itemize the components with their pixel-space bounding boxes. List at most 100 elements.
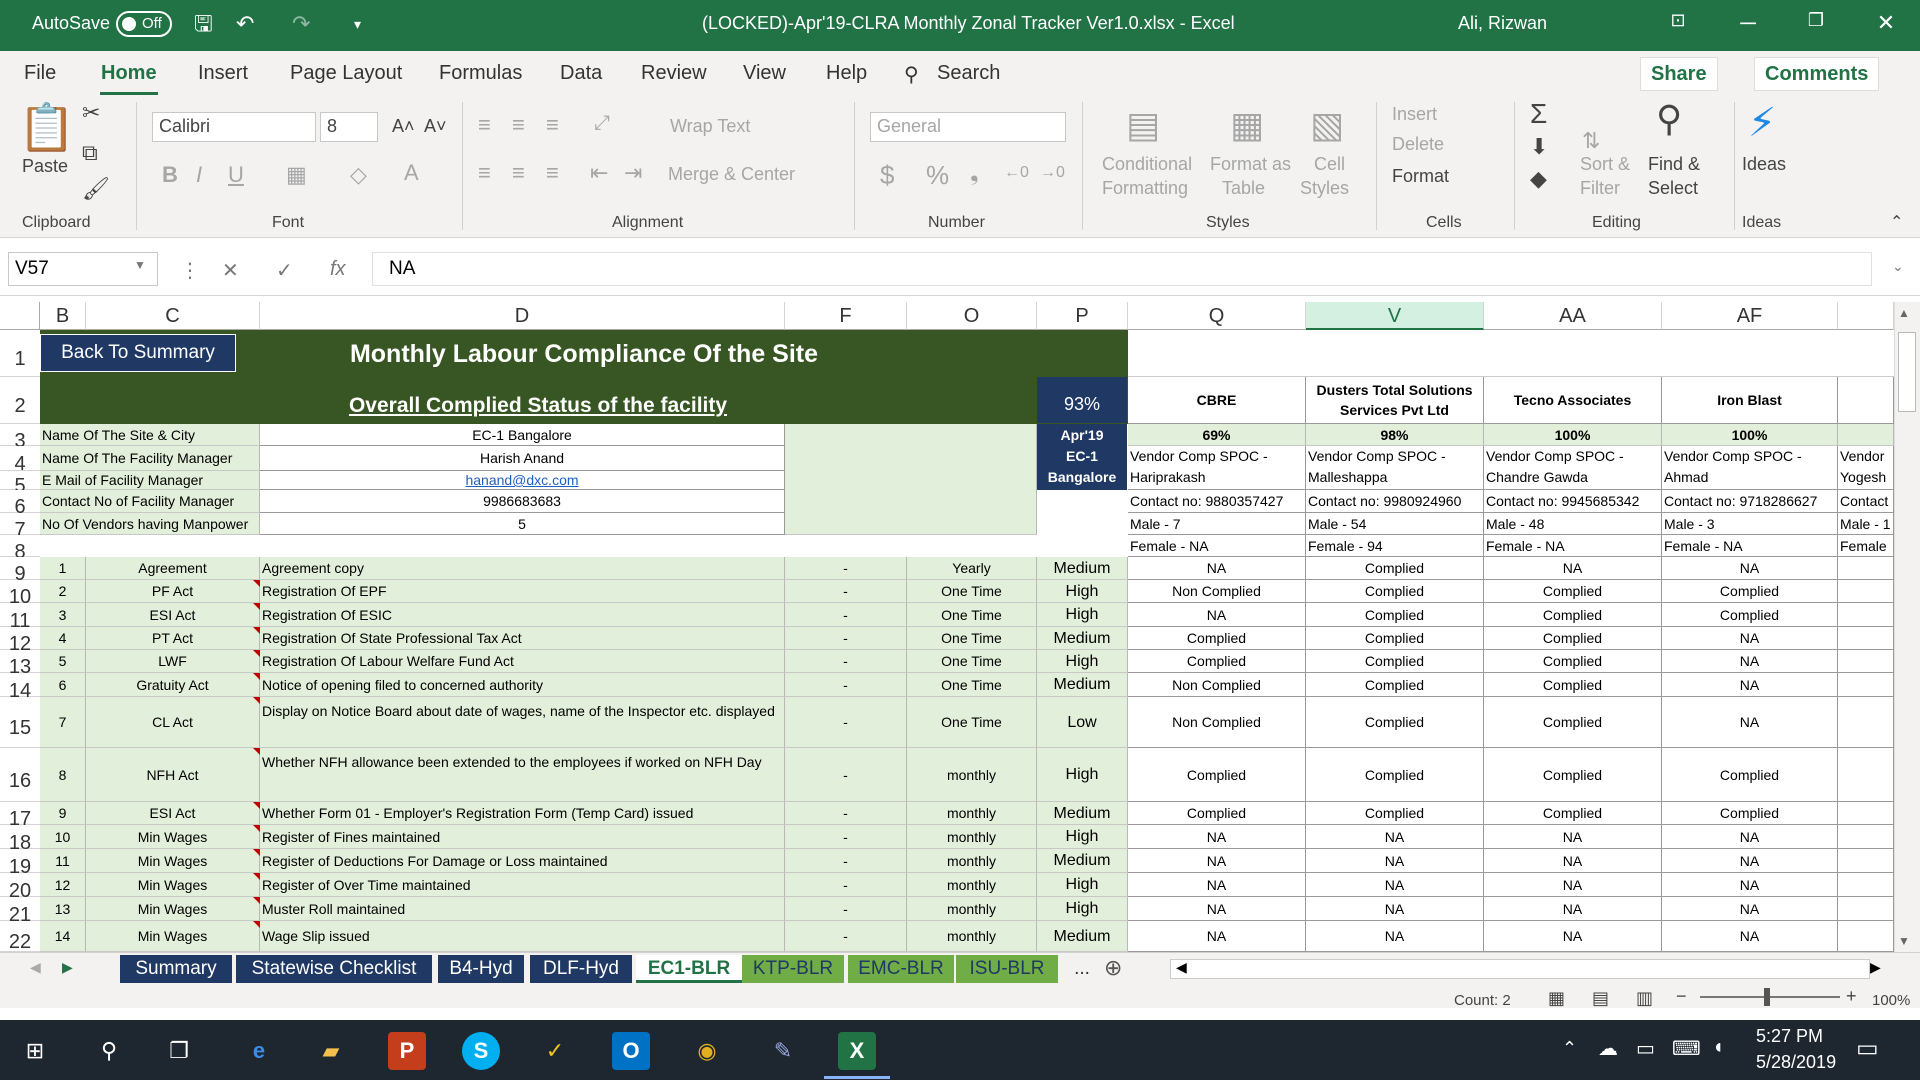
tab-page-layout[interactable]: Page Layout xyxy=(290,62,402,85)
paste-icon[interactable]: 📋 xyxy=(18,102,75,152)
ribbon-display-icon[interactable]: ⊡ xyxy=(1658,10,1698,31)
italic-button[interactable]: I xyxy=(196,162,202,188)
copy-icon[interactable]: ⧉ xyxy=(82,140,98,166)
tab-file[interactable]: File xyxy=(24,62,56,85)
comment-indicator[interactable] xyxy=(253,580,260,587)
row-header-20[interactable]: 20 xyxy=(0,873,40,902)
format-cells-button[interactable]: Format xyxy=(1392,166,1449,187)
column-header-D[interactable]: D xyxy=(260,302,785,330)
row-header-7[interactable]: 7 xyxy=(0,513,40,541)
item-status[interactable]: Complied xyxy=(1306,557,1484,580)
conditional-label[interactable]: Conditional xyxy=(1102,154,1192,175)
clear-icon[interactable]: ◆ xyxy=(1530,166,1547,192)
item-status[interactable]: Complied xyxy=(1662,748,1838,802)
ideas-button[interactable]: Ideas xyxy=(1742,154,1786,175)
sheet-tab-summary[interactable]: Summary xyxy=(120,955,232,983)
find-select-icon[interactable]: ⚲ xyxy=(1656,98,1682,140)
row-header-5[interactable]: 5 xyxy=(0,471,40,497)
outlook-icon[interactable]: O xyxy=(612,1032,650,1070)
align-center-icon[interactable]: ≡ xyxy=(512,160,525,186)
item-status[interactable]: NA xyxy=(1306,873,1484,897)
item-status[interactable]: NA xyxy=(1128,825,1306,849)
row-header-21[interactable]: 21 xyxy=(0,897,40,926)
tab-data[interactable]: Data xyxy=(560,62,602,85)
item-status[interactable]: NA xyxy=(1484,921,1662,952)
item-status[interactable]: NA xyxy=(1484,825,1662,849)
increase-decimal-icon[interactable]: ←0 xyxy=(1004,164,1029,182)
item-status[interactable]: Complied xyxy=(1306,650,1484,673)
comment-indicator[interactable] xyxy=(253,673,260,680)
item-status[interactable]: NA xyxy=(1484,557,1662,580)
scroll-up-icon[interactable]: ▲ xyxy=(1898,306,1910,320)
battery-icon[interactable]: ▭ xyxy=(1636,1036,1655,1061)
sheet-tab--[interactable]: ... xyxy=(1058,955,1106,983)
sheet-tab-dlf-hyd[interactable]: DLF-Hyd xyxy=(530,955,632,983)
decrease-indent-icon[interactable]: ⇤ xyxy=(590,160,608,186)
page-layout-view-icon[interactable]: ▤ xyxy=(1592,988,1609,1009)
network-icon[interactable]: ⌨ xyxy=(1672,1036,1701,1061)
item-status[interactable]: NA xyxy=(1128,897,1306,921)
item-status[interactable]: Complied xyxy=(1128,802,1306,825)
cell-label[interactable]: Cell xyxy=(1314,154,1345,175)
scroll-thumb[interactable] xyxy=(1898,332,1916,412)
autosum-icon[interactable]: Σ xyxy=(1530,98,1547,130)
close-icon[interactable]: ✕ xyxy=(1866,10,1906,36)
item-status[interactable]: NA xyxy=(1662,673,1838,697)
item-status[interactable]: Complied xyxy=(1306,697,1484,748)
next-sheet-icon[interactable]: ▶ xyxy=(62,959,73,976)
item-status[interactable]: Complied xyxy=(1484,748,1662,802)
undo-icon[interactable]: ↶ xyxy=(236,12,254,36)
enter-icon[interactable]: ✓ xyxy=(276,258,293,283)
cancel-icon[interactable]: ✕ xyxy=(222,258,239,283)
item-status[interactable]: NA xyxy=(1128,873,1306,897)
wrap-text-button[interactable]: Wrap Text xyxy=(670,116,750,137)
row-header-17[interactable]: 17 xyxy=(0,802,40,830)
search-icon[interactable]: ⚲ xyxy=(90,1032,128,1070)
row-header-16[interactable]: 16 xyxy=(0,748,40,802)
row-header-9[interactable]: 9 xyxy=(0,557,40,585)
align-right-icon[interactable]: ≡ xyxy=(546,160,559,186)
column-header-B[interactable]: B xyxy=(40,302,86,330)
table-label[interactable]: Table xyxy=(1222,178,1265,199)
comment-indicator[interactable] xyxy=(253,627,260,634)
comment-indicator[interactable] xyxy=(253,802,260,809)
minimize-icon[interactable]: ─ xyxy=(1728,10,1768,36)
formatting-label[interactable]: Formatting xyxy=(1102,178,1188,199)
sheet-tab-statewise-checklist[interactable]: Statewise Checklist xyxy=(236,955,432,983)
volume-icon[interactable]: ◖ xyxy=(1712,1036,1724,1059)
styles-label[interactable]: Styles xyxy=(1300,178,1349,199)
column-header-F[interactable]: F xyxy=(785,302,907,330)
zoom-out-icon[interactable]: − xyxy=(1676,986,1687,1007)
tray-expand-icon[interactable]: ⌃ xyxy=(1562,1038,1577,1059)
powerpoint-icon[interactable]: P xyxy=(388,1032,426,1070)
item-status[interactable]: Complied xyxy=(1306,603,1484,627)
align-top-icon[interactable]: ≡ xyxy=(478,112,491,138)
select-label[interactable]: Select xyxy=(1648,178,1698,199)
number-format-box[interactable]: General xyxy=(870,112,1066,142)
item-status[interactable]: NA xyxy=(1128,849,1306,873)
item-status[interactable]: Complied xyxy=(1662,580,1838,603)
increase-indent-icon[interactable]: ⇥ xyxy=(624,160,642,186)
item-status[interactable]: Complied xyxy=(1484,673,1662,697)
scroll-right-icon[interactable]: ▶ xyxy=(1870,959,1881,976)
insert-cells-button[interactable]: Insert xyxy=(1392,104,1437,125)
task-view-icon[interactable]: ❐ xyxy=(160,1032,198,1070)
item-status[interactable]: Complied xyxy=(1128,627,1306,650)
collapse-ribbon-icon[interactable]: ⌃ xyxy=(1890,212,1903,232)
windows-start-icon[interactable]: ⊞ xyxy=(16,1032,54,1070)
delete-cells-button[interactable]: Delete xyxy=(1392,134,1444,155)
file-explorer-icon[interactable]: ▰ xyxy=(312,1032,350,1070)
name-box-dropdown-icon[interactable]: ▼ xyxy=(134,258,146,272)
zoom-thumb[interactable] xyxy=(1764,988,1770,1006)
select-all-corner[interactable] xyxy=(0,302,40,330)
tab-insert[interactable]: Insert xyxy=(198,62,248,85)
ideas-icon[interactable]: ⚡ xyxy=(1748,100,1776,146)
tab-home[interactable]: Home xyxy=(101,62,157,85)
item-status[interactable]: NA xyxy=(1128,557,1306,580)
zoom-slider[interactable] xyxy=(1700,996,1840,998)
item-status[interactable]: NA xyxy=(1662,873,1838,897)
tab-view[interactable]: View xyxy=(743,62,786,85)
item-status[interactable]: Complied xyxy=(1128,748,1306,802)
save-icon[interactable]: 🖫 xyxy=(194,12,213,36)
column-header-O[interactable]: O xyxy=(907,302,1037,330)
